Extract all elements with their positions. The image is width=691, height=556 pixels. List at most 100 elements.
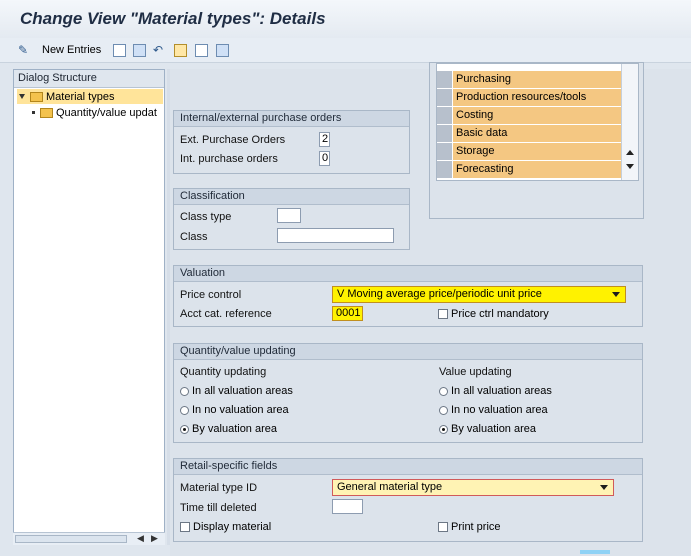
- dialog-structure-header: Dialog Structure: [14, 70, 164, 88]
- class-type-field[interactable]: [277, 208, 301, 223]
- view-list-scrollbar[interactable]: [621, 64, 638, 180]
- copy-icon: [113, 43, 126, 57]
- checkbox-icon[interactable]: [438, 522, 448, 532]
- scroll-right-icon[interactable]: ▶: [151, 533, 158, 544]
- material-type-id-value: General material type: [337, 481, 443, 493]
- group-title: Quantity/value updating: [180, 345, 296, 357]
- print-price-label: Print price: [451, 521, 501, 533]
- radio-icon[interactable]: [439, 386, 448, 396]
- list-item[interactable]: Forecasting: [437, 161, 622, 180]
- class-type-label: Class type: [180, 211, 232, 223]
- purchase-orders-group: Internal/external purchase orders Ext. P…: [173, 110, 410, 174]
- row-selector[interactable]: [437, 107, 452, 124]
- classification-group: Classification Class type Class: [173, 188, 410, 250]
- list-item[interactable]: Basic data: [437, 125, 622, 144]
- page-title: Change View "Material types": Details: [20, 9, 326, 28]
- valuation-group: Valuation Price control V Moving average…: [173, 265, 643, 327]
- time-till-deleted-field[interactable]: [332, 499, 363, 514]
- delete-icon: [133, 43, 146, 57]
- row-selector[interactable]: [437, 89, 452, 106]
- tree-item-label: Material types: [46, 90, 115, 103]
- value-radio-by-area[interactable]: By valuation area: [439, 423, 536, 435]
- value-radio-no-area[interactable]: In no valuation area: [439, 404, 548, 416]
- print-price-checkbox[interactable]: Print price: [438, 521, 501, 533]
- tree-item-material-types[interactable]: Material types: [17, 89, 163, 104]
- previous-entry-button[interactable]: [174, 42, 187, 58]
- qty-radio-all-areas[interactable]: In all valuation areas: [180, 385, 293, 397]
- ext-purchase-orders-field[interactable]: 2: [319, 132, 330, 147]
- price-control-label: Price control: [180, 289, 242, 301]
- time-till-deleted-label: Time till deleted: [180, 502, 257, 514]
- delete-button[interactable]: [133, 42, 146, 58]
- row-selector[interactable]: [437, 71, 452, 88]
- class-label: Class: [180, 231, 208, 243]
- material-type-id-label: Material type ID: [180, 482, 258, 494]
- display-material-checkbox[interactable]: Display material: [180, 521, 271, 533]
- radio-icon[interactable]: [439, 405, 448, 415]
- tree-item-label: Quantity/value updat: [56, 106, 157, 119]
- radio-selected-icon[interactable]: [439, 424, 448, 434]
- qty-radio-by-area[interactable]: By valuation area: [180, 423, 277, 435]
- scroll-left-icon[interactable]: ◀: [137, 533, 144, 544]
- list-item[interactable]: Production resources/tools: [437, 89, 622, 108]
- qty-radio-no-area[interactable]: In no valuation area: [180, 404, 289, 416]
- previous-entry-icon: [174, 43, 187, 57]
- folder-open-icon: [30, 91, 43, 102]
- price-ctrl-mandatory-label: Price ctrl mandatory: [451, 308, 549, 320]
- group-title: Classification: [180, 190, 245, 202]
- list-item[interactable]: Purchasing: [437, 71, 622, 90]
- view-selection-list: Purchasing Production resources/tools Co…: [436, 63, 639, 181]
- value-updating-header: Value updating: [439, 366, 512, 378]
- select-all-icon: [216, 43, 229, 57]
- new-entries-button[interactable]: New Entries: [42, 42, 101, 58]
- chevron-down-icon[interactable]: [600, 485, 608, 490]
- checkbox-icon[interactable]: [438, 309, 448, 319]
- select-all-button[interactable]: [216, 42, 229, 58]
- new-entries-label: New Entries: [42, 44, 102, 56]
- int-purchase-orders-field[interactable]: 0: [319, 151, 330, 166]
- scroll-down-icon[interactable]: [626, 164, 634, 169]
- scrollbar-thumb[interactable]: [15, 535, 127, 543]
- tree-item-quantity-value-updating[interactable]: Quantity/value updat: [17, 105, 163, 120]
- row-selector[interactable]: [437, 161, 452, 178]
- undo-button[interactable]: ↶: [153, 42, 163, 58]
- radio-icon[interactable]: [180, 386, 189, 396]
- price-control-dropdown[interactable]: V Moving average price/periodic unit pri…: [332, 286, 626, 303]
- dialog-structure-panel: Dialog Structure Material types Quantity…: [13, 69, 165, 545]
- group-title: Retail-specific fields: [180, 460, 278, 472]
- group-title: Internal/external purchase orders: [180, 112, 342, 124]
- glasses-pencil-icon: ✎: [18, 43, 29, 57]
- status-indicator: [580, 550, 610, 554]
- scroll-up-icon[interactable]: [626, 150, 634, 155]
- class-field[interactable]: [277, 228, 394, 243]
- value-radio-all-areas[interactable]: In all valuation areas: [439, 385, 552, 397]
- dialog-structure-title: Dialog Structure: [18, 72, 97, 84]
- material-type-id-dropdown[interactable]: General material type: [332, 479, 614, 496]
- view-selection-box: Purchasing Production resources/tools Co…: [429, 62, 644, 219]
- row-selector[interactable]: [437, 143, 452, 160]
- application-toolbar: ✎ New Entries ↶: [0, 38, 691, 63]
- row-selector[interactable]: [437, 125, 452, 142]
- copy-as-button[interactable]: [113, 42, 126, 58]
- price-ctrl-mandatory-checkbox[interactable]: Price ctrl mandatory: [438, 308, 549, 320]
- radio-selected-icon[interactable]: [180, 424, 189, 434]
- quantity-updating-header: Quantity updating: [180, 366, 267, 378]
- price-control-value: V Moving average price/periodic unit pri…: [337, 288, 542, 300]
- display-material-label: Display material: [193, 521, 272, 533]
- tree-bullet-icon: [32, 111, 35, 114]
- next-entry-icon: [195, 43, 208, 57]
- dialog-structure-hscrollbar[interactable]: ◀ ▶: [13, 532, 165, 545]
- ext-purchase-orders-label: Ext. Purchase Orders: [180, 134, 286, 146]
- change-display-button[interactable]: ✎: [18, 42, 28, 58]
- undo-icon: ↶: [153, 43, 164, 57]
- list-item[interactable]: Storage: [437, 143, 622, 162]
- radio-icon[interactable]: [180, 405, 189, 415]
- chevron-down-icon[interactable]: [612, 292, 620, 297]
- acct-cat-reference-label: Acct cat. reference: [180, 308, 272, 320]
- expand-triangle-icon[interactable]: [19, 94, 25, 99]
- checkbox-icon[interactable]: [180, 522, 190, 532]
- next-entry-button[interactable]: [195, 42, 208, 58]
- int-purchase-orders-label: Int. purchase orders: [180, 153, 278, 165]
- list-item[interactable]: Costing: [437, 107, 622, 126]
- acct-cat-reference-field[interactable]: 0001: [332, 306, 363, 321]
